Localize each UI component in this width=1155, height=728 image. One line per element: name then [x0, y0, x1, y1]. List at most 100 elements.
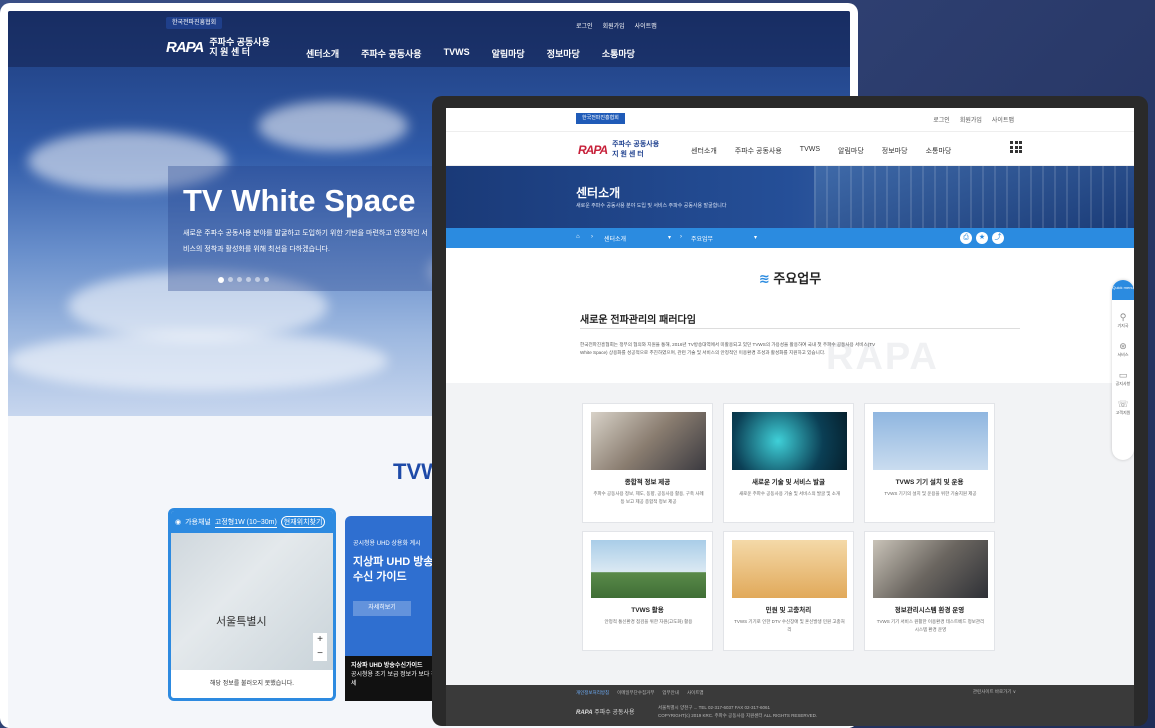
quick-menu-header: Quick menu — [1112, 280, 1134, 300]
quick-item[interactable]: ⚲ 기지국 — [1112, 312, 1134, 329]
breadcrumb-level1[interactable]: 센터소개 — [604, 234, 626, 243]
front-util-sitemap[interactable]: 사이트맵 — [992, 115, 1014, 124]
front-nav-info[interactable]: 정보마당 — [882, 146, 908, 156]
footer-links: 개인정보처리방침 이메일무단수집거부 업무안내 사이트맵 — [576, 690, 704, 696]
util-login[interactable]: 로그인 — [576, 21, 593, 30]
quick-label: 서비스 — [1117, 352, 1129, 357]
hero-title: TV White Space — [183, 183, 416, 218]
location-pin-icon: ◉ — [175, 519, 182, 526]
map-city-label: 서울특별시 — [216, 616, 267, 628]
front-nav-tvws[interactable]: TVWS — [800, 146, 820, 156]
service-card[interactable]: 새로운 기술 및 서비스 발굴 새로운 주파수 공동사용 기술 및 서비스의 발… — [723, 403, 854, 523]
card-title: TVWS 활용 — [631, 607, 664, 614]
nav-tvws[interactable]: TVWS — [444, 47, 470, 60]
service-card[interactable]: TVWS 기기 설치 및 운용 TVWS 기기의 설치 및 운용을 위한 기술지… — [864, 403, 995, 523]
card-desc: TVWS 기기의 설치 및 운용을 위한 기술지원 제공 — [884, 491, 977, 496]
zoom-in-icon[interactable]: + — [313, 633, 327, 647]
chevron-right-icon: › — [591, 234, 593, 240]
service-card[interactable]: 민원 및 고충처리 TVWS 기기로 인한 DTV 수신장애 및 혼신발생 민원… — [723, 531, 854, 651]
quick-menu: Quick menu ⚲ 기지국 ⊛ 서비스 ▭ 공지사항 ☏ 고객지원 — [1112, 280, 1134, 460]
zoom-out-icon[interactable]: − — [313, 647, 327, 661]
footer-link-email[interactable]: 이메일무단수집거부 — [617, 690, 654, 696]
family-site-select[interactable]: 관련사이트 바로가기 ∨ — [973, 689, 1016, 695]
service-card[interactable]: 종합적 정보 제공 주파수 공동사용 정보, 제도, 동향, 공동사용 활용, … — [582, 403, 713, 523]
nav-center[interactable]: 센터소개 — [306, 47, 339, 60]
nav-notice[interactable]: 알림마당 — [492, 47, 525, 60]
quick-item[interactable]: ⊛ 서비스 — [1112, 341, 1134, 358]
nav-info[interactable]: 정보마당 — [547, 47, 580, 60]
quick-item[interactable]: ☏ 고객지원 — [1112, 399, 1134, 416]
footer-link-guide[interactable]: 업무안내 — [662, 690, 679, 696]
wave-icon: ≋ — [758, 271, 774, 286]
footer-link-sitemap[interactable]: 사이트맵 — [687, 690, 704, 696]
nav-comm[interactable]: 소통마당 — [602, 47, 635, 60]
home-icon[interactable]: ⌂ — [576, 234, 580, 240]
map-zoom-control[interactable]: + − — [313, 633, 327, 661]
footer-address: 서울특별시 양천구 ... TEL 02-317-6037 FAX 02-317… — [658, 705, 771, 710]
filter-select[interactable]: 고정형1W (10~30m) — [214, 517, 277, 528]
front-nav-freq[interactable]: 주파수 공동사용 — [735, 146, 782, 156]
footer-copyright: COPYRIGHT(c) 2019 KRC. 주파수 공동사용 지원센터 ALL… — [658, 713, 818, 718]
favorite-star-icon[interactable]: ★ — [976, 232, 988, 244]
print-icon[interactable]: ⎙ — [960, 232, 972, 244]
guide-more-button[interactable]: 자세히보기 — [353, 601, 411, 616]
front-util-bar: 한국전파진흥협회 로그인 회원가입 사이트맵 — [446, 108, 1134, 132]
breadcrumb-actions: ⎙ ★ ⤴ — [960, 232, 1004, 244]
section-paragraph: 한국전파진흥협회는 정부의 협의와 지원을 통해, 2016년 TV방송대역에서… — [580, 342, 876, 355]
hero-slider-dots[interactable] — [218, 277, 269, 283]
logo-line1: 주파수 공동사용 — [209, 37, 270, 47]
service-card[interactable]: 정보관리시스템 환경 운영 TVWS 기기 서비스 원활한 이용환경 테스트베드… — [864, 531, 995, 651]
section-divider — [580, 328, 1020, 329]
slider-dot[interactable] — [255, 277, 260, 282]
front-nav-notice[interactable]: 알림마당 — [838, 146, 864, 156]
map-card-title: 가용채널 — [185, 519, 211, 526]
map-view[interactable]: 서울특별시 + − — [171, 533, 333, 673]
family-site-label: 관련사이트 바로가기 — [972, 689, 1012, 694]
chevron-down-icon: ∨ — [1012, 689, 1016, 694]
front-header: RAPA 주파수 공동사용 지 원 센 터 센터소개 주파수 공동사용 TVWS… — [446, 132, 1134, 166]
front-util-join[interactable]: 회원가입 — [960, 115, 982, 124]
front-screen: 한국전파진흥협회 로그인 회원가입 사이트맵 RAPA 주파수 공동사용 지 원… — [446, 108, 1134, 726]
card-title: 새로운 기술 및 서비스 발굴 — [751, 479, 825, 486]
nav-freq[interactable]: 주파수 공동사용 — [361, 47, 421, 60]
slider-dot[interactable] — [237, 277, 242, 282]
banner-building-image — [814, 166, 1134, 228]
chevron-right-icon: › — [680, 234, 682, 240]
breadcrumb-level2[interactable]: 주요업무 — [691, 234, 713, 243]
org-tag[interactable]: 한국전파진흥협회 — [166, 17, 223, 29]
footer-link-privacy[interactable]: 개인정보처리방침 — [576, 690, 609, 696]
card-desc: 안정적 통신환경 점검을 위한 자원(고도화) 활용 — [604, 619, 693, 624]
locate-button[interactable]: 현재위치찾기 — [280, 516, 326, 528]
front-rapa-logo-mark: RAPA — [578, 143, 608, 157]
quick-label: 공지사항 — [1115, 381, 1131, 386]
page-title-text: 주요업무 — [773, 271, 822, 286]
front-nav-center[interactable]: 센터소개 — [691, 146, 717, 156]
front-device-frame: 한국전파진흥협회 로그인 회원가입 사이트맵 RAPA 주파수 공동사용 지 원… — [432, 96, 1148, 726]
slider-dot[interactable] — [218, 277, 224, 283]
guide-bottom-title: 지상파 UHD 방송수신가이드 — [351, 663, 423, 669]
chevron-down-icon[interactable]: ▾ — [754, 234, 757, 241]
back-logo[interactable]: RAPA 주파수 공동사용 지 원 센 터 — [166, 37, 270, 57]
card-image — [591, 412, 706, 470]
util-join[interactable]: 회원가입 — [603, 21, 625, 30]
quick-item[interactable]: ▭ 공지사항 — [1112, 370, 1134, 387]
front-nav-comm[interactable]: 소통마당 — [926, 146, 952, 156]
card-desc: 주파수 공동사용 정보, 제도, 동향, 공동사용 활용, 구축 사례 등 보고… — [593, 491, 704, 504]
service-card[interactable]: TVWS 활용 안정적 통신환경 점검을 위한 자원(고도화) 활용 — [582, 531, 713, 651]
service-icon: ⊛ — [1119, 341, 1127, 351]
front-org-tag[interactable]: 한국전파진흥협회 — [576, 113, 625, 124]
share-icon[interactable]: ⤴ — [992, 232, 1004, 244]
banner-description: 새로운 주파수 공동사용 분야 도입 및 서비스 주파수 공동사용 발굴합니다 — [576, 203, 727, 209]
slider-dot[interactable] — [246, 277, 251, 282]
chevron-down-icon[interactable]: ▾ — [668, 234, 671, 241]
front-logo-line2: 지 원 센 터 — [612, 151, 644, 158]
slider-dot[interactable] — [264, 277, 269, 282]
slider-dot[interactable] — [228, 277, 233, 282]
breadcrumb: ⌂ › 센터소개 ▾ › 주요업무 ▾ ⎙ ★ ⤴ — [446, 228, 1134, 248]
util-sitemap[interactable]: 사이트맵 — [635, 21, 657, 30]
card-title: 정보관리시스템 환경 운영 — [894, 607, 965, 614]
card-desc: TVWS 기기로 인한 DTV 수신장애 및 혼신발생 민원 고충처리 — [734, 619, 845, 632]
front-util-login[interactable]: 로그인 — [933, 115, 950, 124]
front-logo[interactable]: RAPA 주파수 공동사용 지 원 센 터 — [578, 140, 659, 160]
all-menu-grid-icon[interactable] — [1010, 141, 1022, 153]
